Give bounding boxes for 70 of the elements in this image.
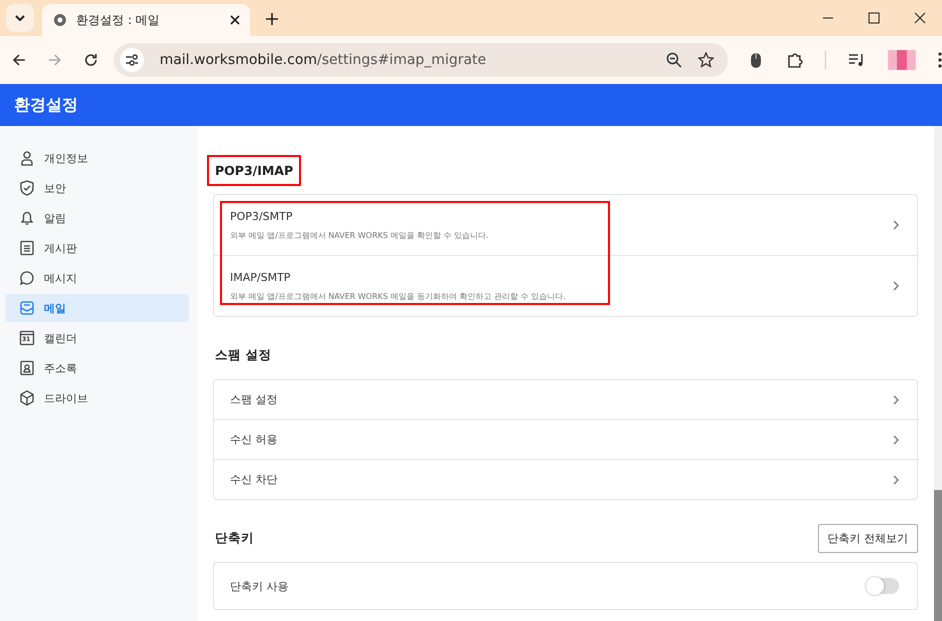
sidebar-label: 메일 (44, 300, 66, 316)
chevron-right-icon (893, 394, 899, 404)
mail-icon (19, 300, 35, 316)
reload-icon[interactable] (84, 53, 98, 67)
row-label: POP3/SMTP (230, 210, 294, 222)
calendar-icon (19, 330, 35, 346)
toggle-switch[interactable] (867, 578, 899, 594)
row-label: IMAP/SMTP (230, 270, 292, 284)
chevron-right-icon (893, 220, 899, 230)
address-bar[interactable]: mail.worksmobile.com/settings#imap_migrate (114, 43, 728, 77)
settings-row[interactable]: 수신 차단 (214, 459, 917, 499)
scrollbar-thumb[interactable] (934, 490, 942, 621)
cube-icon (19, 390, 35, 406)
settings-row[interactable]: 스팸 설정 (214, 380, 917, 419)
sidebar-label: 드라이브 (44, 390, 88, 406)
settings-row[interactable]: IMAP/SMTP 외부 메일 앱/프로그램에서 NAVER WORKS 메일을 동기화하여 확인하고 관리할 수 있습니다. (214, 255, 917, 316)
contact-card-icon (19, 360, 35, 376)
url-text: mail.worksmobile.com/settings#imap_migrate (160, 52, 488, 68)
gear-icon (52, 12, 68, 28)
maximize-icon[interactable] (868, 12, 880, 24)
section-title: 스팸 설정 (214, 346, 272, 364)
bell-icon (19, 210, 35, 226)
settings-row[interactable]: POP3/SMTP 외부 메일 앱/프로그램에서 NAVER WORKS 메일을 확인할 수 있습니다. (214, 195, 917, 255)
chevron-right-icon (893, 281, 899, 291)
document-icon (19, 240, 35, 256)
sidebar-item[interactable]: 주소록 (5, 354, 189, 382)
star-icon[interactable] (698, 52, 714, 68)
row-label: 스팸 설정 (230, 392, 278, 407)
back-arrow-icon[interactable] (12, 53, 26, 67)
section-title: POP3/IMAP (207, 154, 302, 186)
site-settings-icon[interactable] (120, 48, 144, 72)
row-description: 외부 메일 앱/프로그램에서 NAVER WORKS 메일을 동기화하여 확인하고 관리할 수 있습니다. (230, 290, 566, 302)
sidebar-item[interactable]: 게시판 (5, 234, 189, 262)
zoom-out-icon[interactable] (666, 52, 682, 68)
sidebar-item[interactable]: 드라이브 (5, 384, 189, 412)
row-label: 수신 차단 (230, 472, 278, 487)
sidebar-item[interactable]: 메일 (5, 294, 189, 322)
tab-search-button[interactable] (6, 4, 34, 32)
row-description: 외부 메일 앱/프로그램에서 NAVER WORKS 메일을 확인할 수 있습니다. (230, 230, 489, 240)
puzzle-icon[interactable] (786, 51, 804, 69)
chat-icon (19, 270, 35, 286)
more-menu-icon[interactable] (938, 52, 942, 68)
sidebar-label: 메시지 (44, 270, 77, 286)
person-icon (19, 150, 35, 166)
sidebar-label: 주소록 (44, 360, 77, 376)
plus-icon[interactable] (266, 13, 278, 25)
row-label: 수신 허용 (230, 432, 278, 447)
sidebar-label: 개인정보 (44, 150, 88, 166)
app-title: 환경설정 (14, 94, 78, 116)
sidebar-item[interactable]: 알림 (5, 204, 189, 232)
shield-icon (19, 180, 35, 196)
chevron-right-icon (893, 474, 899, 484)
mouse-icon[interactable] (750, 51, 764, 69)
close-icon[interactable] (230, 15, 240, 25)
sidebar-label: 알림 (44, 210, 66, 226)
browser-tab[interactable]: 환경설정 : 메일 (42, 4, 250, 36)
sidebar-label: 캘린더 (44, 330, 77, 346)
sidebar-item[interactable]: 보안 (5, 174, 189, 202)
section-title: 단축키 (214, 528, 255, 546)
chevron-right-icon (893, 434, 899, 444)
sidebar-item[interactable]: 메시지 (5, 264, 189, 292)
sidebar-item[interactable]: 개인정보 (5, 144, 189, 172)
row-label: 단축키 사용 (230, 578, 288, 594)
close-icon[interactable] (914, 12, 926, 24)
sidebar-label: 보안 (44, 180, 66, 196)
view-all-shortcuts-button[interactable]: 단축키 전체보기 (818, 524, 918, 552)
settings-row[interactable]: 수신 허용 (214, 419, 917, 459)
tab-title: 환경설정 : 메일 (76, 12, 161, 28)
sidebar-label: 게시판 (44, 240, 77, 256)
chevron-down-icon (15, 15, 25, 21)
